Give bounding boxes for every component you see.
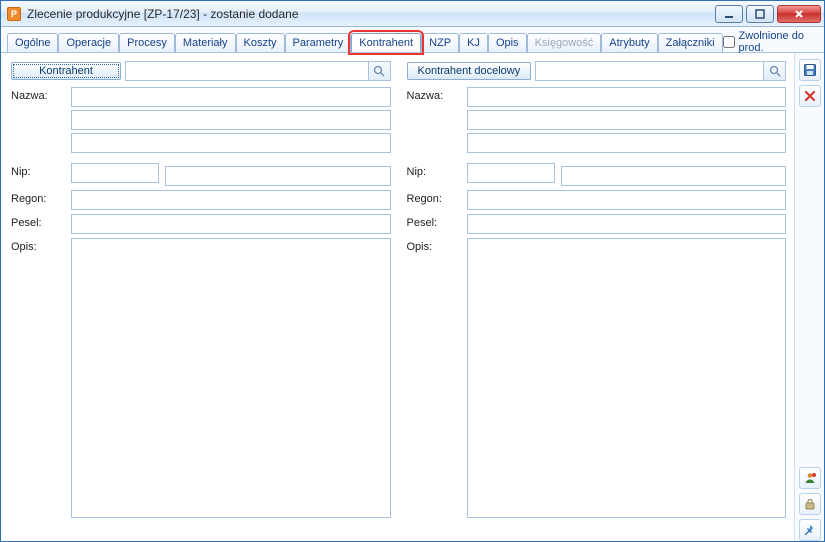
regon-left[interactable] [71, 190, 391, 210]
tab-parametry[interactable]: Parametry [285, 33, 352, 52]
tab-bar: Ogólne Operacje Procesy Materiały Koszty… [1, 27, 824, 53]
nazwa1-right[interactable] [467, 87, 787, 107]
assign-button[interactable] [799, 467, 821, 489]
pesel-left[interactable] [71, 214, 391, 234]
nazwa3-right[interactable] [467, 133, 787, 153]
kontrahent-docelowy-lookup-search-icon[interactable] [764, 61, 786, 81]
tab-ogolne[interactable]: Ogólne [7, 33, 58, 52]
tab-nzp[interactable]: NZP [421, 33, 459, 52]
nazwa1-left[interactable] [71, 87, 391, 107]
tab-procesy[interactable]: Procesy [119, 33, 175, 52]
right-toolbar [794, 53, 824, 541]
label-nazwa-right: Nazwa: [407, 87, 467, 102]
save-icon [803, 63, 817, 77]
titlebar: P Zlecenie produkcyjne [ZP-17/23] - zost… [1, 1, 824, 27]
person-icon [803, 471, 817, 485]
pin-button[interactable] [799, 519, 821, 541]
label-opis-left: Opis: [11, 238, 71, 253]
tab-koszty[interactable]: Koszty [236, 33, 285, 52]
label-regon-right: Regon: [407, 190, 467, 205]
release-checkbox[interactable]: Zwolnione do prod. [723, 30, 818, 54]
tab-opis[interactable]: Opis [488, 33, 527, 52]
release-checkbox-label: Zwolnione do prod. [739, 30, 814, 54]
label-regon-left: Regon: [11, 190, 71, 205]
maximize-button[interactable] [746, 5, 774, 23]
kontrahent-lookup-search-icon[interactable] [369, 61, 391, 81]
nip-prefix-right[interactable] [467, 163, 555, 183]
tab-ksiegowosc: Księgowość [527, 33, 602, 52]
tab-materialy[interactable]: Materiały [175, 33, 236, 52]
kontrahent-lookup-input[interactable] [125, 61, 369, 81]
nazwa3-left[interactable] [71, 133, 391, 153]
pin-icon [803, 523, 817, 537]
label-pesel-right: Pesel: [407, 214, 467, 229]
delete-icon [803, 89, 817, 103]
panel-kontrahent: Kontrahent Nazwa: [11, 61, 391, 533]
nazwa2-left[interactable] [71, 110, 391, 130]
label-pesel-left: Pesel: [11, 214, 71, 229]
opis-right[interactable] [467, 238, 787, 518]
label-nip-right: Nip: [407, 163, 467, 178]
tab-atrybuty[interactable]: Atrybuty [601, 33, 657, 52]
save-button[interactable] [799, 59, 821, 81]
close-button[interactable] [777, 5, 821, 23]
nip-prefix-left[interactable] [71, 163, 159, 183]
tab-zalaczniki[interactable]: Załączniki [658, 33, 723, 52]
window-title: Zlecenie produkcyjne [ZP-17/23] - zostan… [27, 7, 712, 21]
nip-right[interactable] [561, 166, 787, 186]
label-opis-right: Opis: [407, 238, 467, 253]
delete-button[interactable] [799, 85, 821, 107]
kontrahent-button[interactable]: Kontrahent [11, 62, 121, 80]
regon-right[interactable] [467, 190, 787, 210]
lock-button[interactable] [799, 493, 821, 515]
minimize-button[interactable] [715, 5, 743, 23]
lock-icon [803, 497, 817, 511]
label-nip-left: Nip: [11, 163, 71, 178]
panel-kontrahent-docelowy: Kontrahent docelowy Nazwa: [407, 61, 787, 533]
pesel-right[interactable] [467, 214, 787, 234]
kontrahent-docelowy-lookup-input[interactable] [535, 61, 764, 81]
tab-kontrahent[interactable]: Kontrahent [351, 33, 421, 52]
tab-kj[interactable]: KJ [459, 33, 488, 52]
release-checkbox-input[interactable] [723, 36, 735, 48]
opis-left[interactable] [71, 238, 391, 518]
kontrahent-docelowy-button[interactable]: Kontrahent docelowy [407, 62, 532, 80]
nazwa2-right[interactable] [467, 110, 787, 130]
tab-operacje[interactable]: Operacje [58, 33, 119, 52]
app-icon: P [7, 7, 21, 21]
label-nazwa-left: Nazwa: [11, 87, 71, 102]
nip-left[interactable] [165, 166, 391, 186]
